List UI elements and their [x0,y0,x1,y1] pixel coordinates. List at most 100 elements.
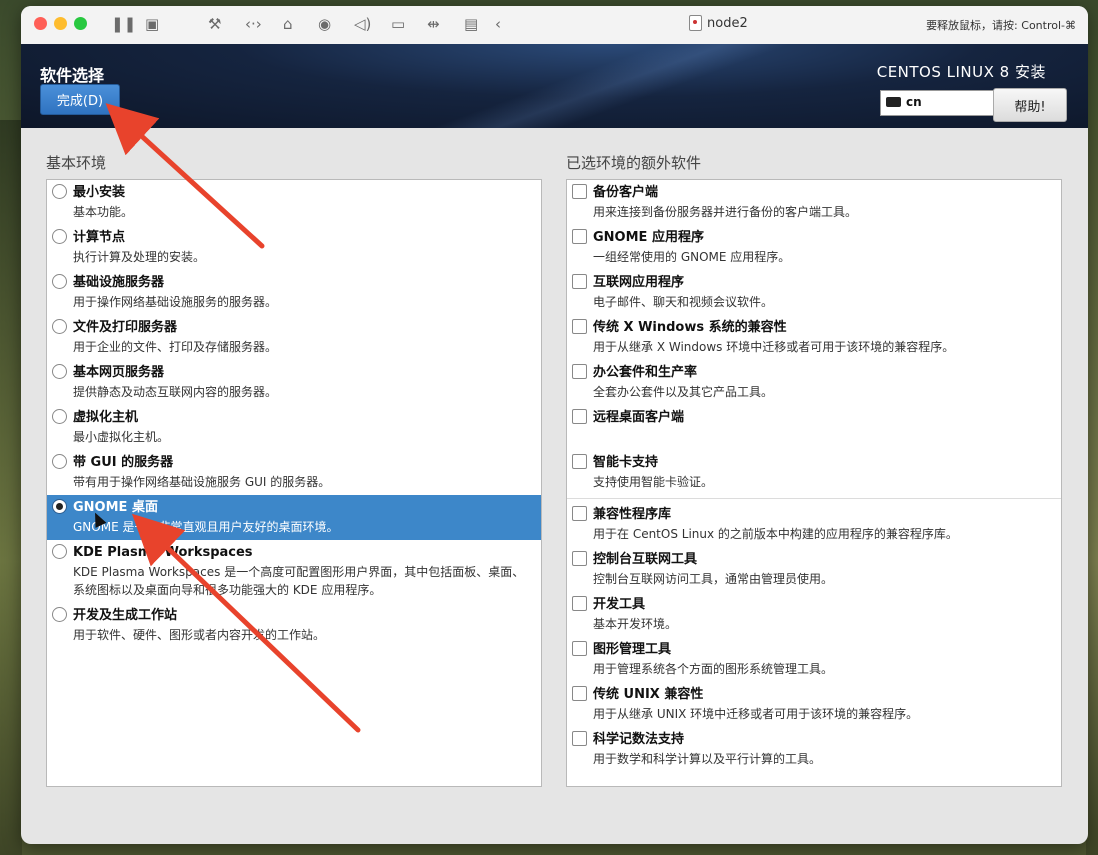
checkbox[interactable] [572,686,587,701]
addons-separator [567,498,1061,499]
addons-heading: 已选环境的额外软件 [566,154,702,172]
addon-name: 控制台互联网工具 [593,552,698,567]
installer-header: 软件选择 完成(D) CENTOS LINUX 8 安装 cn 帮助! [21,44,1088,128]
base-environment-heading: 基本环境 [46,154,107,172]
environment-name: 开发及生成工作站 [73,608,178,623]
radio-button[interactable] [52,229,67,244]
environment-description: 用于企业的文件、打印及存储服务器。 [73,340,278,354]
checkbox[interactable] [572,596,587,611]
vm-window: ❚❚ ▣ ⚒ ‹·› ⌂ ◉ ◁) ▭ ⇹ ▤ ‹ node2 要释放鼠标，请按… [21,6,1088,844]
checkbox[interactable] [572,319,587,334]
radio-button[interactable] [52,499,67,514]
addon-name: 互联网应用程序 [593,275,685,290]
environment-option[interactable]: 虚拟化主机 最小虚拟化主机。 [47,405,541,450]
addon-description: 控制台互联网访问工具，通常由管理员使用。 [593,572,834,586]
addon-option[interactable]: 图形管理工具 用于管理系统各个方面的图形系统管理工具。 [567,637,1061,682]
keyboard-layout-indicator[interactable]: cn [880,90,995,116]
base-environment-list: 最小安装 基本功能。 计算节点 执行计算及处理的安装。 基础设施服务器 用于操作网络基础设… [46,179,542,787]
addon-option[interactable]: 开发工具基本开发环境。 [567,592,1061,637]
radio-button[interactable] [52,409,67,424]
addon-name: GNOME 应用程序 [593,230,704,245]
addon-option[interactable]: GNOME 应用程序一组经常使用的 GNOME 应用程序。 [567,225,1061,270]
wrench-icon[interactable]: ⚒ [208,15,221,33]
radio-button[interactable] [52,544,67,559]
addon-name: 兼容性程序库 [593,507,672,522]
checkbox[interactable] [572,274,587,289]
drive-icon[interactable]: ⌂ [283,15,293,33]
help-button[interactable]: 帮助! [993,88,1067,122]
addon-option[interactable]: 科学记数法支持 用于数学和科学计算以及平行计算的工具。 [567,727,1061,772]
addon-option[interactable]: 远程桌面客户端 [567,405,1061,450]
addon-description: 用来连接到备份服务器并进行备份的客户端工具。 [593,205,858,219]
environment-name: GNOME 桌面 [73,500,158,515]
addon-name: 办公套件和生产率 [593,365,698,380]
addon-option[interactable]: 控制台互联网工具控制台互联网访问工具，通常由管理员使用。 [567,547,1061,592]
environment-option[interactable]: 最小安装 基本功能。 [47,180,541,225]
addon-name: 传统 UNIX 兼容性 [593,687,704,702]
checkbox[interactable] [572,364,587,379]
radio-button[interactable] [52,364,67,379]
environment-description: GNOME 是一个非常直观且用户友好的桌面环境。 [73,520,339,534]
product-title: CENTOS LINUX 8 安装 [876,63,1046,81]
environment-option[interactable]: 带 GUI 的服务器带有用于操作网络基础设施服务 GUI 的服务器。 [47,450,541,495]
addon-name: 科学记数法支持 [593,732,685,747]
environment-description: 用于软件、硬件、图形或者内容开发的工作站。 [73,628,326,642]
addon-description: 一组经常使用的 GNOME 应用程序。 [593,250,791,264]
environment-description: 基本功能。 [73,205,134,219]
environment-option[interactable]: 文件及打印服务器用于企业的文件、打印及存储服务器。 [47,315,541,360]
usb-icon[interactable]: ⇹ [427,15,440,33]
addon-option[interactable]: 传统 X Windows 系统的兼容性 用于从继承 X Windows 环境中迁移… [567,315,1061,360]
addon-option[interactable]: 智能卡支持 支持使用智能卡验证。 [567,450,1061,495]
minimize-window-button[interactable] [54,17,67,30]
environment-option[interactable]: 基本网页服务器 提供静态及动态互联网内容的服务器。 [47,360,541,405]
radio-button[interactable] [52,274,67,289]
addon-option[interactable]: 兼容性程序库 用于在 CentOS Linux 的之前版本中构建的应用程序的兼容程… [567,502,1061,547]
environment-option[interactable]: 开发及生成工作站用于软件、硬件、图形或者内容开发的工作站。 [47,603,541,648]
environment-option[interactable]: 计算节点 执行计算及处理的安装。 [47,225,541,270]
environment-name: 计算节点 [73,230,126,245]
page-title: 软件选择 [40,66,105,85]
environment-name: 虚拟化主机 [73,410,139,425]
environment-name: 基础设施服务器 [73,275,165,290]
pause-icon[interactable]: ❚❚ [111,15,136,33]
radio-button[interactable] [52,319,67,334]
checkbox[interactable] [572,506,587,521]
radio-button[interactable] [52,607,67,622]
camera-icon[interactable]: ▭ [391,15,405,33]
checkbox[interactable] [572,731,587,746]
zoom-window-button[interactable] [74,17,87,30]
addon-option[interactable]: 办公套件和生产率全套办公套件以及其它产品工具。 [567,360,1061,405]
addon-name: 开发工具 [593,597,646,612]
radio-button[interactable] [52,184,67,199]
checkbox[interactable] [572,229,587,244]
header-decoration [401,44,821,128]
environment-option[interactable]: 基础设施服务器 用于操作网络基础设施服务的服务器。 [47,270,541,315]
speaker-icon[interactable]: ◁) [354,15,371,33]
checkbox[interactable] [572,641,587,656]
snapshot-icon[interactable]: ▣ [145,15,159,33]
addon-description: 基本开发环境。 [593,617,678,631]
radio-button[interactable] [52,454,67,469]
addon-description: 全套办公套件以及其它产品工具。 [593,385,774,399]
addon-option[interactable]: 互联网应用程序 电子邮件、聊天和视频会议软件。 [567,270,1061,315]
done-button[interactable]: 完成(D) [40,84,120,115]
environment-option[interactable]: GNOME 桌面 GNOME 是一个非常直观且用户友好的桌面环境。 [47,495,541,540]
checkbox[interactable] [572,409,587,424]
user-icon[interactable]: ◉ [318,15,331,33]
folder-icon[interactable]: ▤ [464,15,478,33]
checkbox[interactable] [572,551,587,566]
back-icon[interactable]: ‹ [495,15,501,33]
checkbox[interactable] [572,184,587,199]
addon-description: 用于从继承 UNIX 环境中迁移或者可用于该环境的兼容程序。 [593,707,919,721]
environment-description: 提供静态及动态互联网内容的服务器。 [73,385,278,399]
environment-name: 带 GUI 的服务器 [73,455,174,470]
environment-description: 带有用于操作网络基础设施服务 GUI 的服务器。 [73,475,331,489]
checkbox[interactable] [572,454,587,469]
code-icon[interactable]: ‹·› [245,15,262,33]
environment-name: 文件及打印服务器 [73,320,178,335]
window-title: node2 [689,15,748,31]
environment-option[interactable]: KDE Plasma Workspaces KDE Plasma Workspac… [47,540,541,603]
close-window-button[interactable] [34,17,47,30]
addon-option[interactable]: 备份客户端 用来连接到备份服务器并进行备份的客户端工具。 [567,180,1061,225]
addon-option[interactable]: 传统 UNIX 兼容性用于从继承 UNIX 环境中迁移或者可用于该环境的兼容程序… [567,682,1061,727]
